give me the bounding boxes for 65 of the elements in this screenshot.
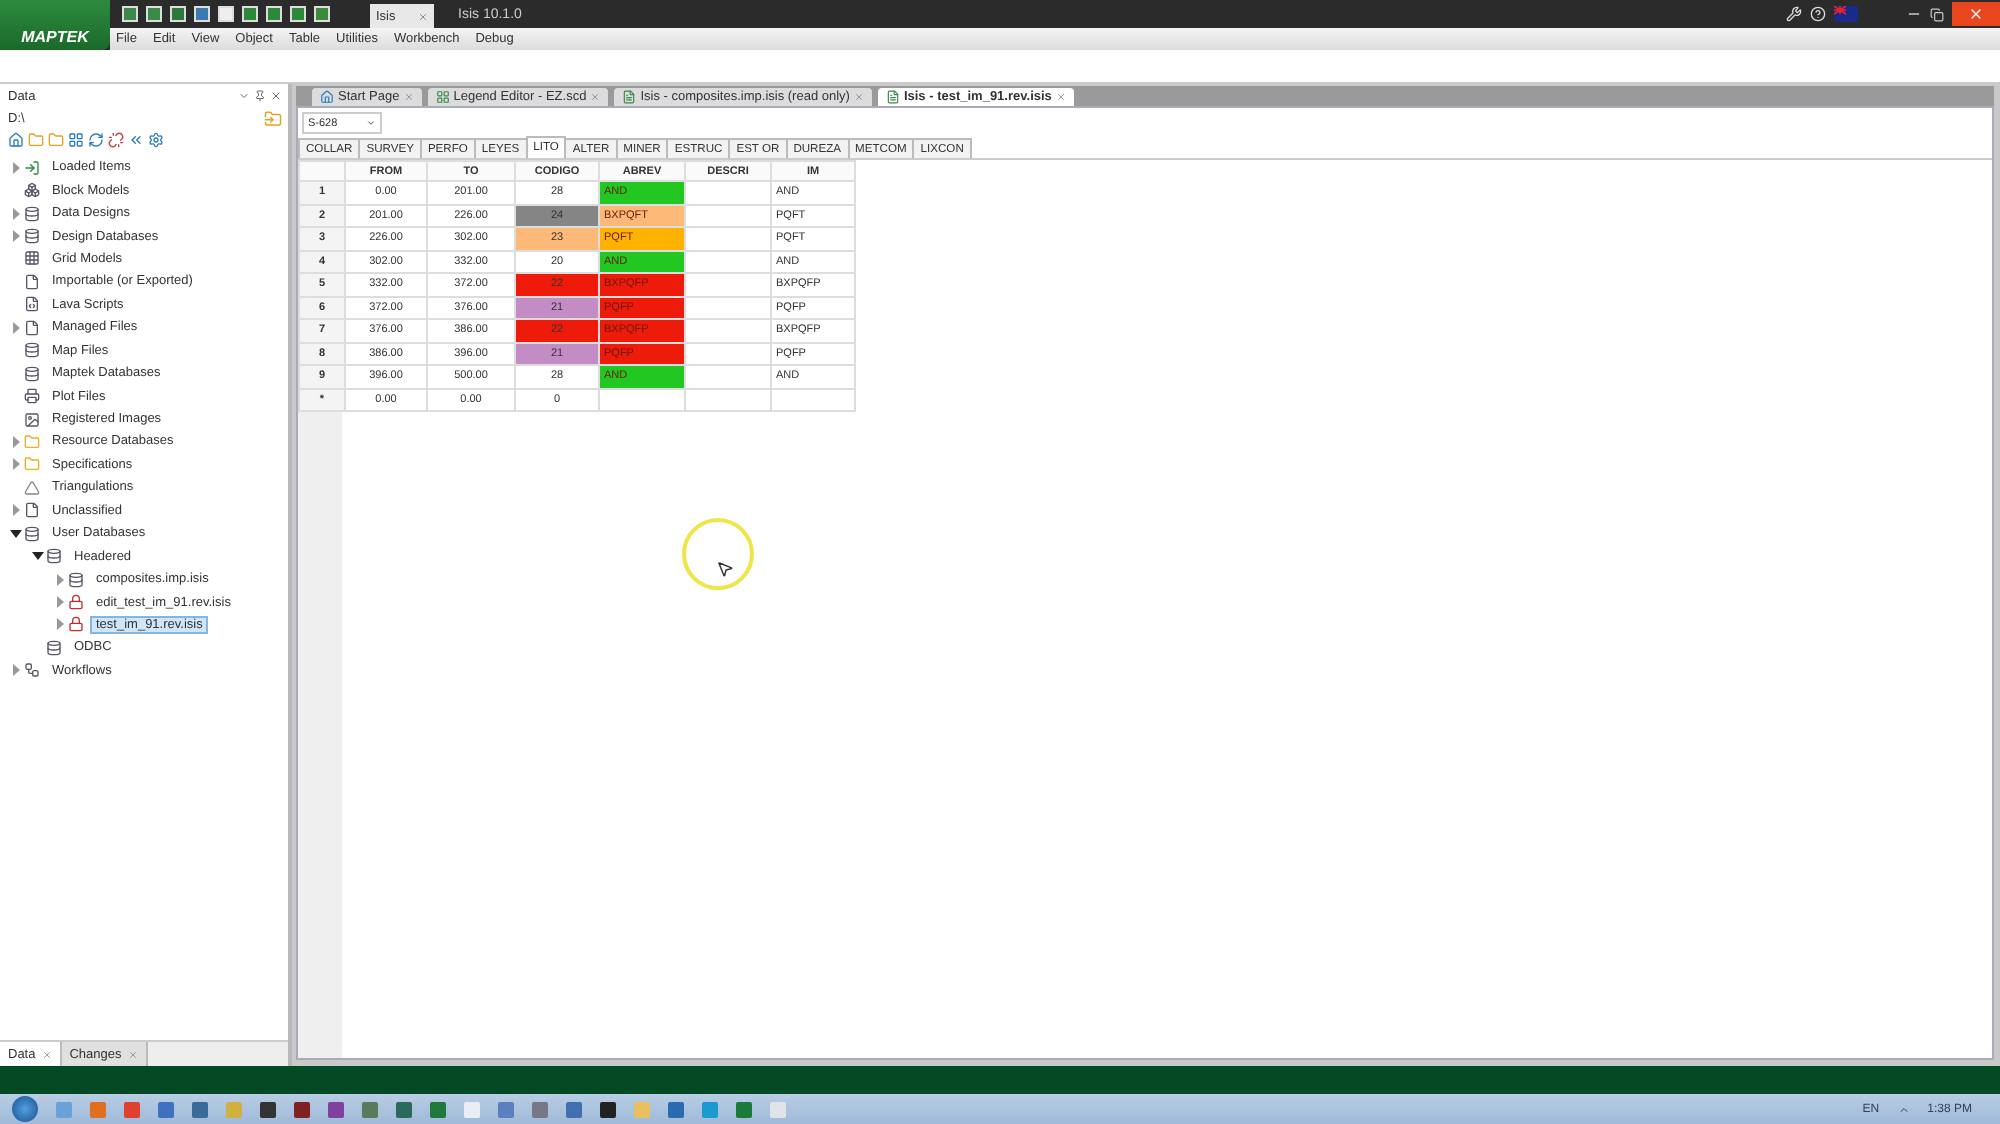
expand-arrow-icon[interactable] bbox=[54, 596, 66, 609]
folder-icon[interactable] bbox=[264, 109, 282, 127]
file-icon bbox=[24, 273, 40, 290]
document-icon bbox=[622, 90, 637, 104]
grid-icon bbox=[435, 90, 450, 104]
lock-icon bbox=[68, 594, 84, 611]
refresh-icon[interactable] bbox=[88, 132, 104, 148]
expand-arrow-icon[interactable] bbox=[10, 435, 22, 448]
pin-icon[interactable] bbox=[254, 90, 266, 102]
home-icon[interactable] bbox=[8, 132, 24, 148]
expand-arrow-icon[interactable] bbox=[10, 230, 22, 243]
home-icon bbox=[320, 90, 334, 104]
database-icon bbox=[24, 205, 40, 222]
image-icon bbox=[24, 411, 40, 428]
database-icon bbox=[68, 571, 84, 588]
grid-icon bbox=[24, 250, 40, 267]
document-icon bbox=[885, 90, 900, 104]
loaded-icon bbox=[24, 159, 40, 176]
close-icon bbox=[1968, 6, 1984, 22]
database-icon bbox=[46, 639, 62, 656]
database-icon bbox=[24, 525, 40, 542]
expand-arrow-icon[interactable] bbox=[54, 573, 66, 586]
start-button[interactable] bbox=[12, 1096, 38, 1122]
expand-arrow-icon[interactable] bbox=[10, 504, 22, 517]
expand-arrow-icon[interactable] bbox=[10, 207, 22, 220]
file-icon bbox=[24, 502, 40, 519]
file-icon bbox=[24, 319, 40, 336]
folder-icon[interactable] bbox=[48, 132, 64, 148]
lock-icon bbox=[68, 616, 84, 633]
flag-icon[interactable] bbox=[1834, 6, 1858, 22]
database-icon bbox=[24, 228, 40, 245]
dropdown-icon[interactable] bbox=[238, 90, 250, 102]
block-icon bbox=[24, 182, 40, 199]
app-icon[interactable] bbox=[600, 1101, 616, 1117]
script-icon bbox=[24, 296, 40, 313]
close-icon[interactable] bbox=[270, 90, 282, 102]
folder-icon bbox=[24, 433, 40, 450]
database-icon bbox=[24, 365, 40, 382]
database-icon bbox=[24, 342, 40, 359]
expand-arrow-icon[interactable] bbox=[10, 664, 22, 677]
pointer-icon bbox=[716, 560, 734, 578]
wrench-icon[interactable] bbox=[1786, 6, 1802, 22]
restore-icon[interactable] bbox=[1930, 7, 1944, 21]
expand-arrow-icon[interactable] bbox=[10, 458, 22, 471]
cursor-highlight bbox=[682, 518, 754, 590]
folder-icon[interactable] bbox=[28, 132, 44, 148]
folder-icon bbox=[24, 456, 40, 473]
collapse-arrow-icon[interactable] bbox=[10, 527, 22, 540]
expand-arrow-icon[interactable] bbox=[10, 321, 22, 334]
expand-arrow-icon[interactable] bbox=[54, 618, 66, 631]
grid-icon[interactable] bbox=[68, 132, 84, 148]
expand-arrow-icon[interactable] bbox=[10, 161, 22, 174]
database-icon bbox=[46, 548, 62, 565]
dropdown-icon[interactable] bbox=[366, 118, 376, 128]
plot-icon bbox=[24, 388, 40, 405]
app-icon[interactable] bbox=[260, 1101, 276, 1117]
maptek-logo: MAPTEK bbox=[0, 0, 110, 50]
collapse-arrow-icon[interactable] bbox=[32, 550, 44, 563]
settings-icon[interactable] bbox=[148, 132, 164, 148]
help-icon[interactable] bbox=[1810, 6, 1826, 22]
app-icon[interactable] bbox=[294, 1101, 310, 1117]
workflow-icon bbox=[24, 662, 40, 679]
collapse-icon[interactable] bbox=[128, 132, 144, 148]
unlink-icon[interactable] bbox=[108, 132, 124, 148]
triangle-icon bbox=[24, 479, 40, 496]
